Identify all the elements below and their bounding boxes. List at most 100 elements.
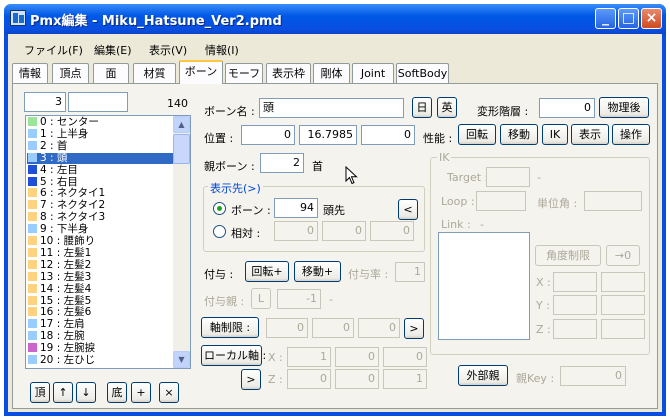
tab-rigid-body[interactable]: 剛体 <box>313 63 350 83</box>
ik-unit-angle-input <box>584 191 642 211</box>
reset-angle-button: →0 <box>606 245 640 266</box>
scroll-down-button[interactable]: ▼ <box>173 351 190 368</box>
english-name-button[interactable]: 英 <box>437 97 457 118</box>
deform-level-input[interactable]: 0 <box>539 98 595 118</box>
ik-link-dash: - <box>480 218 484 231</box>
tab-face[interactable]: 面 <box>93 63 129 83</box>
local-x3-input: 0 <box>383 347 427 367</box>
operate-flag-button[interactable]: 操作 <box>612 124 650 145</box>
bone-name-input[interactable]: 頭 <box>259 98 404 118</box>
dest-relative-radio[interactable] <box>213 225 226 238</box>
bone-list-item[interactable]: 20 : 左ひじ <box>27 354 175 367</box>
relative-x-input: 0 <box>274 221 318 241</box>
local-z3-input: 1 <box>383 369 427 389</box>
dest-bone-input[interactable]: 94 <box>274 198 318 218</box>
bone-color-swatch <box>28 224 37 234</box>
external-parent-button[interactable]: 外部親 <box>458 365 508 386</box>
append-parent-button: L <box>251 288 271 309</box>
append-rotate-button[interactable]: 回転+ <box>245 261 289 282</box>
ik-loop-label: Loop : <box>441 195 475 208</box>
performance-label: 性能 : <box>423 132 453 145</box>
rotate-flag-button[interactable]: 回転 <box>458 124 496 145</box>
deform-level-label: 変形階層 : <box>477 105 529 118</box>
add-bone-button[interactable]: + <box>131 382 151 403</box>
ik-z-label: Z : <box>536 323 551 336</box>
ik-link-label: Link : <box>441 218 471 231</box>
axis-y-input: 0 <box>312 318 354 338</box>
move-bottom-button[interactable]: 底 <box>107 382 127 403</box>
bone-index-input[interactable]: 3 <box>24 92 66 112</box>
local-axis-button[interactable]: ローカル軸 : <box>201 345 266 366</box>
ik-link-list[interactable] <box>438 232 530 340</box>
close-button[interactable]: × <box>641 8 662 29</box>
after-physics-button[interactable]: 物理後 <box>599 97 649 118</box>
append-move-button[interactable]: 移動+ <box>294 261 341 282</box>
position-x-input[interactable]: 0 <box>241 125 295 145</box>
bone-color-swatch <box>28 259 37 269</box>
visible-flag-button[interactable]: 表示 <box>571 124 609 145</box>
tab-bone[interactable]: ボーン <box>179 60 223 84</box>
ik-y-min-input <box>553 295 597 315</box>
ik-target-input <box>486 167 530 187</box>
tab-joint[interactable]: Joint <box>352 63 394 83</box>
angle-limit-button: 角度制限 <box>535 245 601 266</box>
menu-edit[interactable]: 編集(E) <box>94 42 132 58</box>
bone-color-swatch <box>28 355 37 364</box>
menu-info[interactable]: 情報(I) <box>205 42 239 58</box>
bone-list-item-label: 14 : 左髪4 <box>40 282 92 295</box>
bone-color-swatch <box>28 283 37 293</box>
move-flag-button[interactable]: 移動 <box>500 124 538 145</box>
app-icon[interactable] <box>10 10 26 26</box>
move-down-button[interactable]: ↓ <box>76 382 96 403</box>
minimize-button[interactable]: _ <box>595 8 616 29</box>
ik-y-label: Y : <box>536 299 550 312</box>
bone-color-swatch <box>28 295 37 305</box>
bone-color-swatch <box>28 343 37 353</box>
relative-z-input: 0 <box>370 221 414 241</box>
local-axis-select-button[interactable]: > <box>241 369 261 390</box>
ik-flag-button[interactable]: IK <box>542 124 568 145</box>
bone-list[interactable]: 0 : センター 1 : 上半身 2 : 首3 : 頭4 : 左目 5 : 右目 6 :… <box>25 115 191 369</box>
bone-color-swatch <box>28 307 37 317</box>
bone-list-item-label: 10 : 腰飾り <box>40 235 96 247</box>
local-x1-input: 1 <box>287 347 331 367</box>
bone-list-item-label: 11 : 左髪1 <box>40 246 92 259</box>
tab-info[interactable]: 情報 <box>12 63 48 83</box>
axis-select-button[interactable]: > <box>404 318 424 339</box>
tab-display-frame[interactable]: 表示枠 <box>266 63 311 83</box>
bone-list-item-label: 1 : 上半身 <box>40 127 89 140</box>
bone-search-input[interactable] <box>68 92 128 112</box>
bone-list-item-label: 12 : 左髪2 <box>40 258 92 271</box>
tab-material[interactable]: 材質 <box>133 63 176 83</box>
maximize-button[interactable]: □ <box>618 8 639 29</box>
position-y-input[interactable]: 16.7985 <box>299 125 357 145</box>
bone-list-scrollbar[interactable]: ▲ ▼ <box>173 116 190 368</box>
display-dest-title: 表示先(>) <box>208 180 263 196</box>
delete-bone-button[interactable]: × <box>159 382 179 403</box>
tab-vertex[interactable]: 頂点 <box>52 63 89 83</box>
parent-key-input: 0 <box>560 366 626 386</box>
menu-file[interactable]: ファイル(F) <box>24 42 83 58</box>
parent-bone-input[interactable]: 2 <box>260 153 304 173</box>
move-up-button[interactable]: ↑ <box>53 382 73 403</box>
ik-z-min-input <box>553 319 597 339</box>
bone-color-swatch <box>28 176 37 186</box>
move-top-button[interactable]: 頂 <box>30 382 50 403</box>
scroll-up-button[interactable]: ▲ <box>173 116 190 133</box>
dest-select-button[interactable]: < <box>398 199 418 220</box>
scroll-thumb[interactable] <box>173 134 190 164</box>
axis-limit-button[interactable]: 軸制限 : <box>201 317 259 338</box>
ik-x-max-input <box>601 272 645 292</box>
bone-color-swatch <box>28 236 37 245</box>
tab-softbody[interactable]: SoftBody <box>396 63 449 83</box>
axis-x-input: 0 <box>266 318 308 338</box>
menu-view[interactable]: 表示(V) <box>149 42 187 58</box>
position-z-input[interactable]: 0 <box>361 125 415 145</box>
bone-list-item-label: 15 : 左髪5 <box>40 294 92 307</box>
bone-color-swatch <box>28 247 37 257</box>
japanese-name-button[interactable]: 日 <box>412 97 432 118</box>
dest-bone-radio[interactable] <box>213 202 226 215</box>
tab-morph[interactable]: モーフ <box>225 63 263 83</box>
ik-target-label: Target : <box>447 171 489 184</box>
bone-color-swatch <box>28 164 37 174</box>
